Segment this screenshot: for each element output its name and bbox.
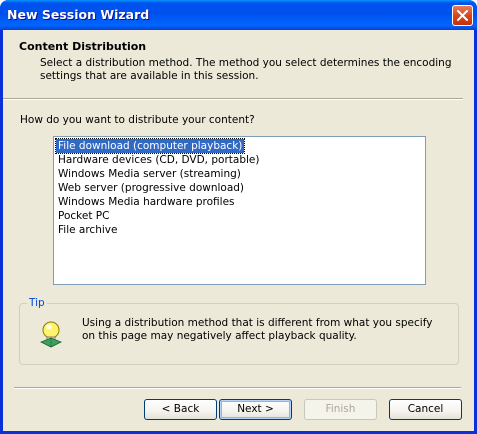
list-item[interactable]: Windows Media hardware profiles	[56, 195, 237, 209]
wizard-body: Content Distribution Select a distributi…	[3, 30, 474, 431]
next-button[interactable]: Next >	[219, 399, 292, 420]
wizard-window: New Session Wizard Content Distribution …	[0, 0, 477, 434]
tip-legend: Tip	[27, 297, 47, 309]
tip-group: Tip Using a distribution method that is …	[19, 297, 459, 365]
list-item[interactable]: Pocket PC	[56, 209, 111, 223]
footer-divider	[14, 387, 461, 389]
page-description: Select a distribution method. The method…	[40, 57, 452, 82]
list-item[interactable]: File download (computer playback)	[54, 138, 246, 154]
list-item[interactable]: Web server (progressive download)	[56, 181, 246, 195]
distribution-method-list[interactable]: File download (computer playback) Hardwa…	[53, 136, 426, 285]
wizard-header: Content Distribution Select a distributi…	[3, 30, 474, 98]
list-item[interactable]: File archive	[56, 223, 119, 237]
list-item[interactable]: Windows Media server (streaming)	[56, 167, 243, 181]
close-button[interactable]	[452, 5, 473, 26]
page-title: Content Distribution	[19, 40, 147, 53]
finish-button[interactable]: Finish	[304, 399, 377, 420]
distribution-question: How do you want to distribute your conte…	[20, 114, 255, 126]
title-bar[interactable]: New Session Wizard	[0, 0, 477, 30]
tip-text: Using a distribution method that is diff…	[82, 317, 433, 342]
header-divider	[3, 98, 463, 100]
close-icon	[457, 10, 468, 21]
window-title: New Session Wizard	[7, 7, 150, 22]
back-button[interactable]: < Back	[144, 399, 217, 420]
tip-lightbulb-icon	[40, 321, 62, 348]
list-item[interactable]: Hardware devices (CD, DVD, portable)	[56, 153, 261, 167]
cancel-button[interactable]: Cancel	[389, 399, 462, 420]
